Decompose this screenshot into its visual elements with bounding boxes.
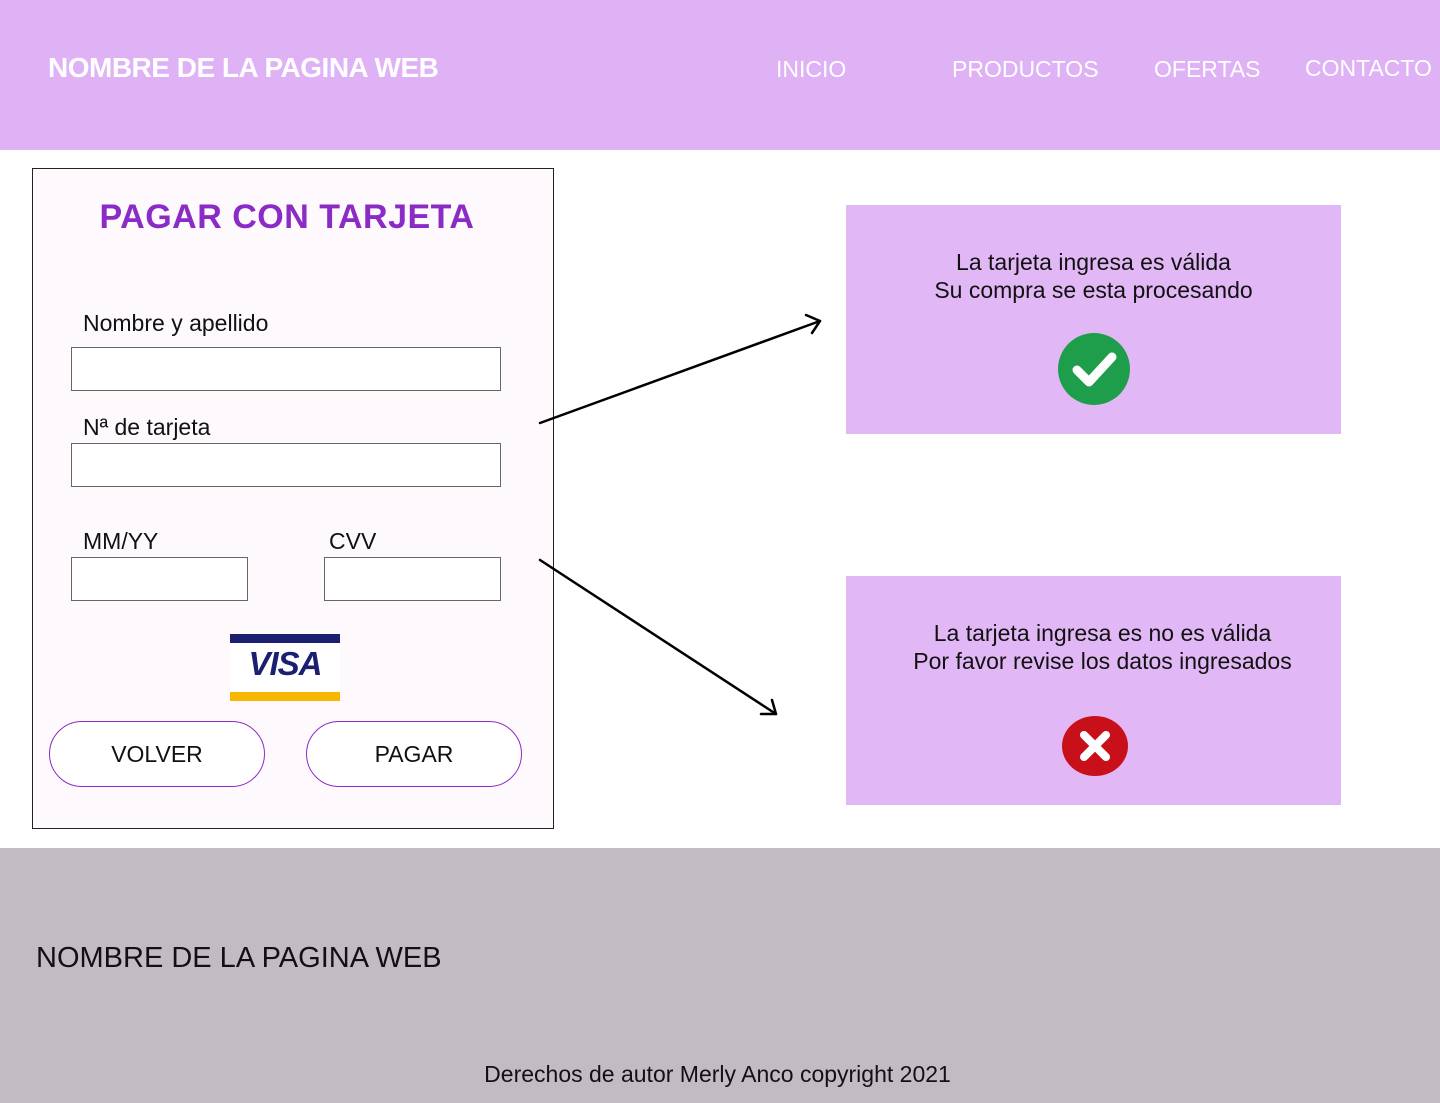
success-panel: La tarjeta ingresa es válida Su compra s… xyxy=(846,205,1341,434)
success-line-2: Su compra se esta procesando xyxy=(934,277,1253,303)
arrow-to-error xyxy=(538,558,778,716)
x-circle-icon xyxy=(1062,716,1128,776)
footer: NOMBRE DE LA PAGINA WEB Derechos de auto… xyxy=(0,848,1440,1103)
error-panel: La tarjeta ingresa es no es válida Por f… xyxy=(846,576,1341,805)
error-line-2: Por favor revise los datos ingresados xyxy=(913,648,1292,674)
footer-copyright: Derechos de autor Merly Anco copyright 2… xyxy=(484,1061,951,1087)
success-line-1: La tarjeta ingresa es válida xyxy=(956,249,1231,275)
footer-site-title: NOMBRE DE LA PAGINA WEB xyxy=(36,942,442,974)
error-line-1: La tarjeta ingresa es no es válida xyxy=(933,620,1272,646)
check-circle-icon xyxy=(1058,333,1130,405)
arrow-to-success xyxy=(538,313,822,425)
